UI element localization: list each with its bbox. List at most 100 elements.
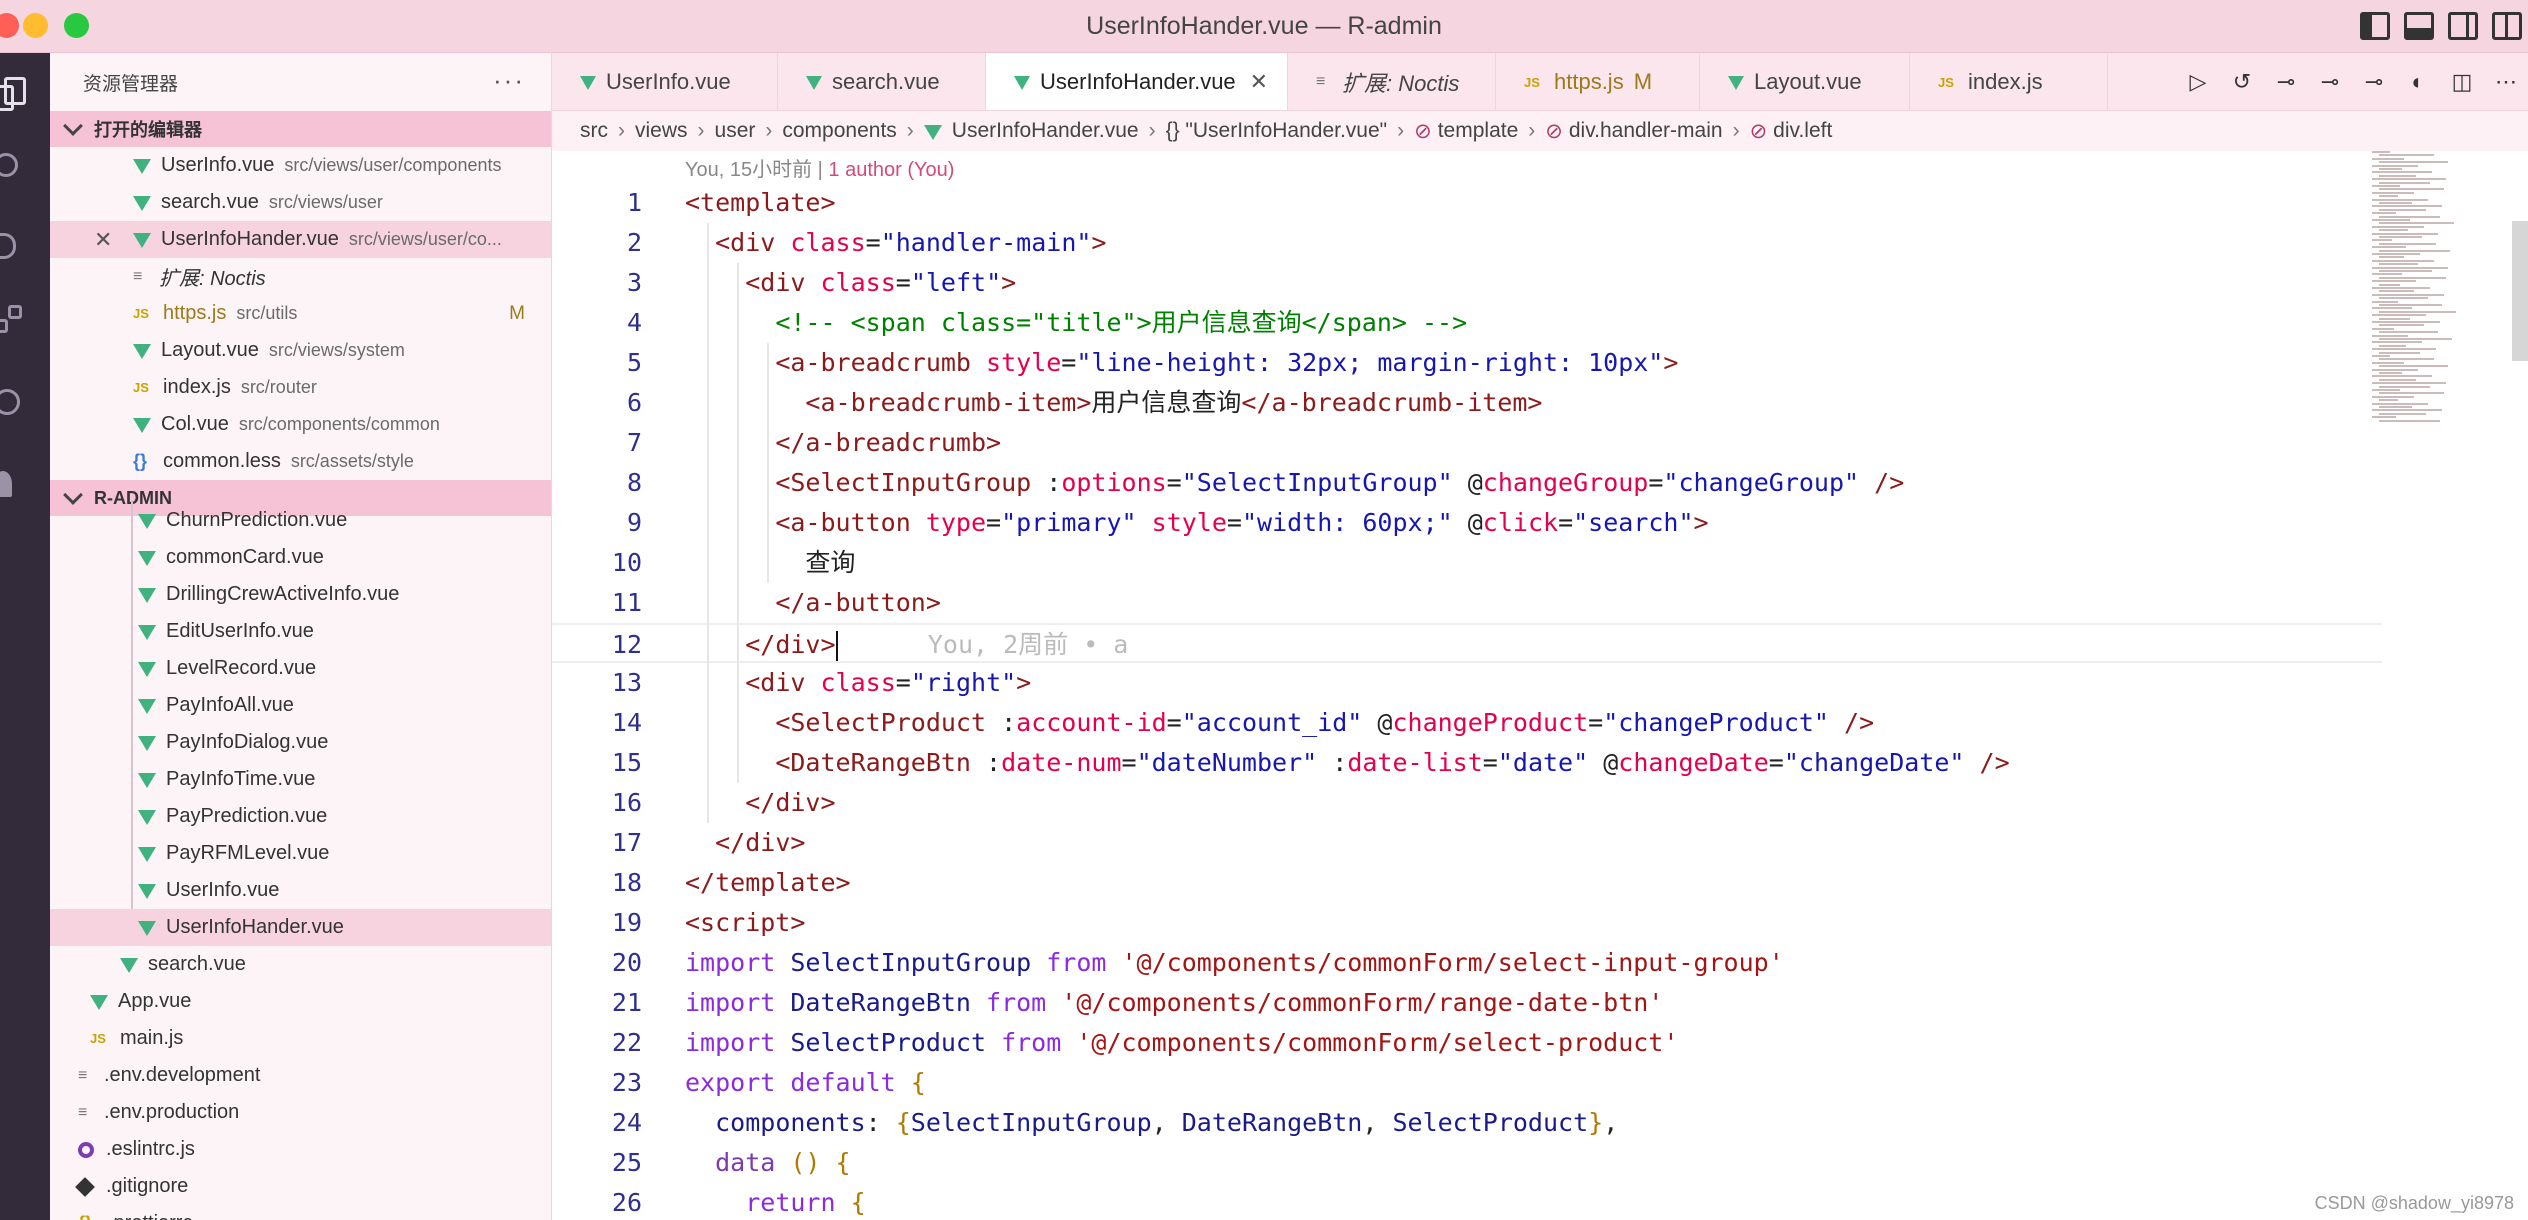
open-editor-item[interactable]: JS https.js src/utils M	[50, 295, 551, 332]
breadcrumb-item[interactable]: user	[715, 119, 756, 143]
breadcrumb-item[interactable]: UserInfoHander.vue	[952, 119, 1139, 143]
file-tree-item[interactable]: JS main.js	[50, 1020, 551, 1057]
file-tree-item[interactable]: EditUserInfo.vue	[50, 613, 551, 650]
code-line[interactable]: 2 <div class="handler-main">	[552, 223, 2382, 263]
customize-layout-icon[interactable]	[2492, 12, 2522, 40]
file-tree-item[interactable]: .eslintrc.js	[50, 1131, 551, 1168]
tab-https-js[interactable]: JS https.js M	[1496, 53, 1700, 110]
tab-userinfo-vue[interactable]: UserInfo.vue	[552, 53, 778, 110]
file-tree-item[interactable]: App.vue	[50, 983, 551, 1020]
breadcrumb-item[interactable]: template	[1438, 119, 1519, 143]
code-line[interactable]: 19 <script>	[552, 903, 2382, 943]
open-editor-item[interactable]: Layout.vue src/views/system	[50, 332, 551, 369]
code-line[interactable]: 1 <template>	[552, 183, 2382, 223]
code-line[interactable]: 6 <a-breadcrumb-item>用户信息查询</a-breadcrum…	[552, 383, 2382, 423]
code-line[interactable]: 13 <div class="right">	[552, 663, 2382, 703]
file-tree-item[interactable]: DrillingCrewActiveInfo.vue	[50, 576, 551, 613]
toggle-panel-icon[interactable]	[2404, 12, 2434, 40]
more-actions-icon[interactable]: ···	[493, 65, 525, 96]
close-icon[interactable]: ✕	[94, 227, 112, 253]
file-tree-item[interactable]: PayInfoAll.vue	[50, 687, 551, 724]
file-tree-item[interactable]: .gitignore	[50, 1168, 551, 1205]
tab-index-js[interactable]: JS index.js	[1910, 53, 2108, 110]
file-tree-item[interactable]: LevelRecord.vue	[50, 650, 551, 687]
open-editor-item[interactable]: ✕ UserInfoHander.vue src/views/user/co...	[50, 221, 551, 258]
code-line[interactable]: 15 <DateRangeBtn :date-num="dateNumber" …	[552, 743, 2382, 783]
code-line[interactable]: 21 import DateRangeBtn from '@/components…	[552, 983, 2382, 1023]
breadcrumb-item[interactable]: components	[782, 119, 896, 143]
file-tree-item[interactable]: ≡ .env.production	[50, 1094, 551, 1131]
tab--noctis[interactable]: ≡ 扩展: Noctis	[1288, 53, 1496, 110]
timeline-icon[interactable]: ↺	[2230, 69, 2254, 94]
file-tree-item[interactable]: search.vue	[50, 946, 551, 983]
code-line[interactable]: 16 </div>	[552, 783, 2382, 823]
file-tree-item[interactable]: PayPrediction.vue	[50, 798, 551, 835]
code-line[interactable]: 4 <!-- <span class="title">用户信息查询</span>…	[552, 303, 2382, 343]
code-line[interactable]: 3 <div class="left">	[552, 263, 2382, 303]
explorer-icon[interactable]	[0, 75, 36, 111]
file-tree-item[interactable]: PayInfoDialog.vue	[50, 724, 551, 761]
code-line[interactable]: 20 import SelectInputGroup from '@/compon…	[552, 943, 2382, 983]
run-debug-icon[interactable]	[0, 229, 36, 265]
file-tree-item[interactable]: PayInfoTime.vue	[50, 761, 551, 798]
breadcrumb-item[interactable]: src	[580, 119, 608, 143]
run-icon[interactable]: ▷	[2186, 69, 2210, 94]
open-editor-item[interactable]: Col.vue src/components/common	[50, 406, 551, 443]
split-editor-icon[interactable]: ◫	[2450, 69, 2474, 94]
code-line[interactable]: 17 </div>	[552, 823, 2382, 863]
file-tree-item[interactable]: {} .prettierrc	[50, 1205, 551, 1220]
close-icon[interactable]: ✕	[1250, 69, 1268, 95]
tab-userinfohander-vue[interactable]: UserInfoHander.vue ✕	[986, 53, 1288, 110]
git-next-icon[interactable]: ⊸	[2362, 69, 2386, 94]
tab-layout-vue[interactable]: Layout.vue	[1700, 53, 1910, 110]
breadcrumb-item[interactable]: views	[635, 119, 688, 143]
code-line[interactable]: 10 查询	[552, 543, 2382, 583]
search-icon[interactable]	[0, 151, 36, 187]
code-line[interactable]: 9 <a-button type="primary" style="width:…	[552, 503, 2382, 543]
file-tree-item[interactable]: UserInfo.vue	[50, 872, 551, 909]
open-editor-item[interactable]: {} common.less src/assets/style	[50, 443, 551, 480]
source-control-icon[interactable]	[0, 387, 36, 423]
code-line[interactable]: 8 <SelectInputGroup :options="SelectInpu…	[552, 463, 2382, 503]
open-editor-item[interactable]: search.vue src/views/user	[50, 184, 551, 221]
codelens-blame[interactable]: You, 15小时前 | 1 author (You)	[685, 153, 954, 182]
minimap[interactable]	[2372, 151, 2472, 451]
breadcrumb-item[interactable]: div.left	[1773, 119, 1832, 143]
code-token: from	[1046, 948, 1122, 977]
git-commit-icon[interactable]: ⊸	[2274, 69, 2298, 94]
file-tree-item[interactable]: UserInfoHander.vue	[50, 909, 551, 946]
git-previous-icon[interactable]: ⊸	[2318, 69, 2342, 94]
file-tree-item[interactable]: ≡ .env.development	[50, 1057, 551, 1094]
open-editor-item[interactable]: JS index.js src/router	[50, 369, 551, 406]
file-tree-item[interactable]: ChurnPrediction.vue	[50, 502, 551, 539]
file-tree-item[interactable]: commonCard.vue	[50, 539, 551, 576]
code-line[interactable]: 14 <SelectProduct :account-id="account_i…	[552, 703, 2382, 743]
codelens-author[interactable]: 1 author (You)	[828, 159, 954, 181]
code-line[interactable]: 7 </a-breadcrumb>	[552, 423, 2382, 463]
toggle-primary-sidebar-icon[interactable]	[2360, 12, 2390, 40]
code-editor[interactable]: You, 15小时前 | 1 author (You) 1 <template> 2…	[552, 151, 2528, 1220]
code-line[interactable]: 22 import SelectProduct from '@/component…	[552, 1023, 2382, 1063]
code-line[interactable]: 25 data () {	[552, 1143, 2382, 1183]
code-line[interactable]: 23 export default {	[552, 1063, 2382, 1103]
vertical-scrollbar[interactable]	[2512, 221, 2528, 361]
more-actions-icon[interactable]: ⋯	[2494, 69, 2518, 94]
code-token: <SelectInputGroup	[775, 468, 1047, 497]
extensions-icon[interactable]	[0, 305, 36, 343]
code-line[interactable]: 12 </div> You, 2周前 • a	[552, 623, 2382, 663]
code-line[interactable]: 26 return {	[552, 1183, 2382, 1220]
breadcrumb-item[interactable]: {} "UserInfoHander.vue"	[1166, 119, 1388, 143]
tab-search-vue[interactable]: search.vue	[778, 53, 986, 110]
toggle-secondary-sidebar-icon[interactable]	[2448, 12, 2478, 40]
code-line[interactable]: 11 </a-button>	[552, 583, 2382, 623]
code-line[interactable]: 5 <a-breadcrumb style="line-height: 32px…	[552, 343, 2382, 383]
file-tree-item[interactable]: PayRFMLevel.vue	[50, 835, 551, 872]
open-editor-item[interactable]: ≡ 扩展: Noctis	[50, 258, 551, 295]
open-editors-header[interactable]: 打开的编辑器	[50, 111, 551, 147]
git-lens-icon[interactable]: ◐	[2406, 69, 2430, 94]
breadcrumb-item[interactable]: div.handler-main	[1569, 119, 1723, 143]
tree-icon[interactable]	[0, 467, 36, 503]
open-editor-item[interactable]: UserInfo.vue src/views/user/components	[50, 147, 551, 184]
code-line[interactable]: 18 </template>	[552, 863, 2382, 903]
code-line[interactable]: 24 components: {SelectInputGroup, DateRa…	[552, 1103, 2382, 1143]
